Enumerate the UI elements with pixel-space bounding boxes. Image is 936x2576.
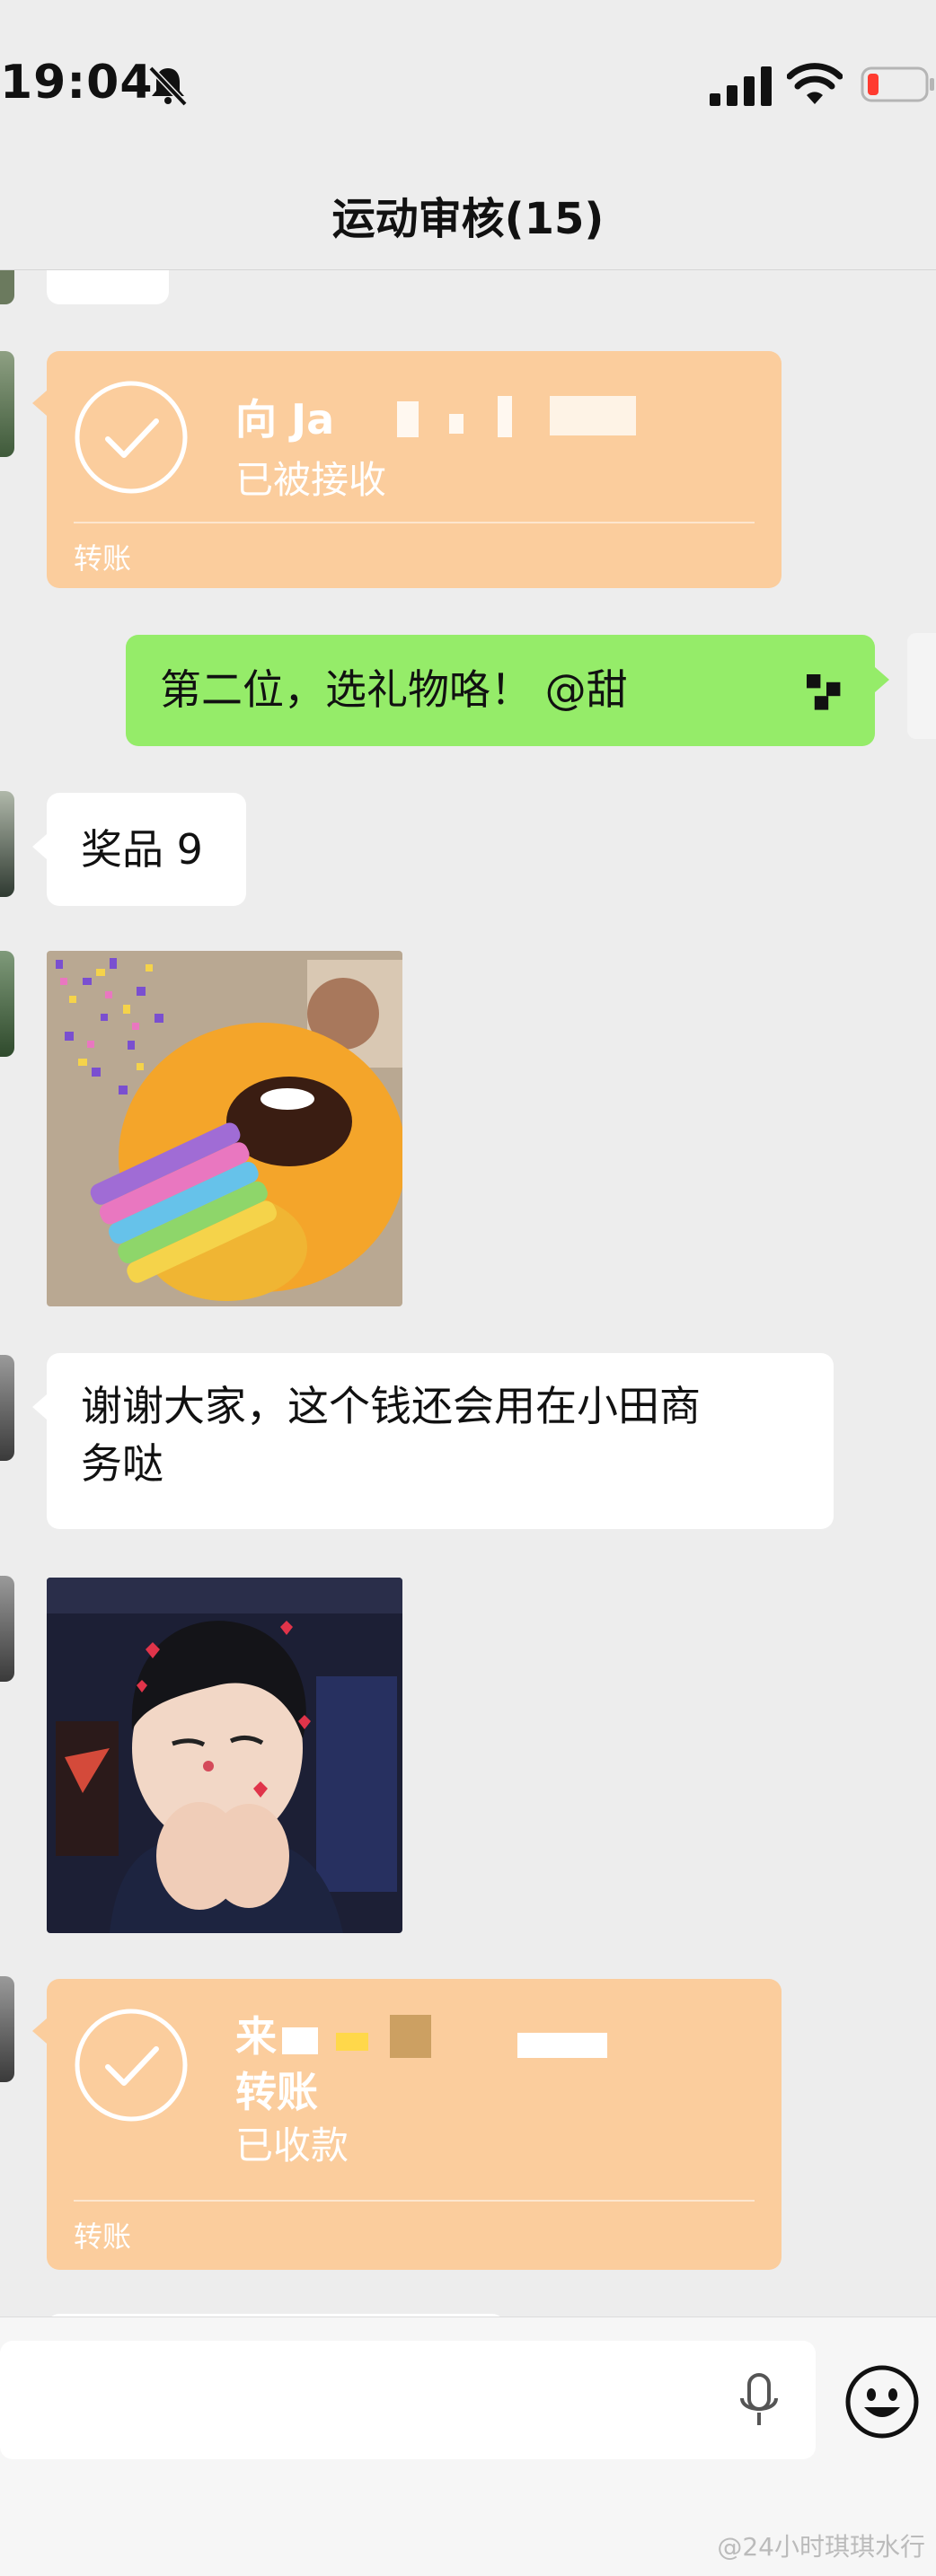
redacted-text (449, 414, 464, 434)
avatar[interactable] (0, 1576, 14, 1682)
redacted-text (517, 2033, 607, 2058)
received-message-bubble[interactable]: 奖品 9 (32, 793, 246, 906)
sent-message-bubble[interactable]: 第二位，选礼物咯！ @甜 (126, 635, 889, 746)
received-message-text-line1: 谢谢大家，这个钱还会用在小田商 (81, 1382, 701, 1430)
divider (74, 2200, 755, 2202)
watermark: @24小时琪琪水行 (717, 2532, 925, 2562)
sticker-image[interactable] (47, 951, 402, 1306)
received-message-text: 奖品 9 (81, 825, 203, 874)
sent-message-text: 第二位，选礼物咯！ @甜 (160, 665, 628, 714)
avatar[interactable] (0, 1976, 14, 2082)
sticker-image[interactable] (47, 1578, 402, 1933)
transfer-title: 转账 (235, 2068, 318, 2116)
transfer-status: 已被接收 (235, 458, 387, 502)
signal-icon (710, 66, 772, 106)
input-bar: @24小时琪琪水行 (0, 2317, 936, 2576)
status-bar: 19:04 (0, 0, 936, 171)
redacted-text (282, 2027, 318, 2054)
avatar[interactable] (0, 1355, 14, 1461)
transfer-recipient: 向 Ja (235, 395, 335, 444)
divider (74, 522, 755, 523)
avatar[interactable] (0, 351, 14, 457)
bell-slash-icon (148, 66, 188, 107)
mic-icon[interactable] (735, 2373, 783, 2429)
emoji-icon[interactable] (844, 2364, 920, 2440)
qr-fragment-icon (807, 674, 841, 710)
redacted-text (397, 401, 419, 437)
message-input[interactable] (0, 2341, 816, 2459)
chat-message-list[interactable]: 向 Ja 已被接收 转账 第二位，选礼物咯！ @甜 奖品 9 谢谢大家，这个钱还… (0, 270, 936, 2317)
received-message-bubble[interactable]: 谢谢大家，这个钱还会用在小田商 务哒 (32, 1353, 834, 1529)
wifi-icon (787, 63, 843, 104)
avatar[interactable] (0, 270, 14, 304)
check-icon (75, 381, 188, 494)
battery-icon (861, 66, 934, 102)
avatar[interactable] (0, 951, 14, 1057)
redacted-text (498, 396, 512, 437)
transfer-footer: 转账 (74, 2220, 132, 2254)
message-bubble-partial[interactable] (47, 270, 169, 304)
redacted-text (390, 2015, 431, 2058)
avatar[interactable] (0, 791, 14, 897)
transfer-sender: 来 (235, 2012, 277, 2061)
received-message-text-line2: 务哒 (81, 1439, 163, 1488)
transfer-status: 已收款 (235, 2123, 349, 2167)
redacted-text (550, 396, 636, 435)
transfer-card[interactable]: 来 转账 已收款 转账 (32, 1979, 781, 2270)
redacted-text (336, 2033, 368, 2051)
check-icon (75, 2009, 188, 2122)
status-time: 19:04 (0, 56, 154, 110)
chat-title[interactable]: 运动审核(15) (0, 183, 936, 246)
transfer-card[interactable]: 向 Ja 已被接收 转账 (32, 351, 781, 588)
transfer-footer: 转账 (74, 541, 132, 576)
redacted-text (656, 662, 808, 716)
self-avatar[interactable] (907, 633, 936, 739)
chat-header: 运动审核(15) (0, 171, 936, 270)
